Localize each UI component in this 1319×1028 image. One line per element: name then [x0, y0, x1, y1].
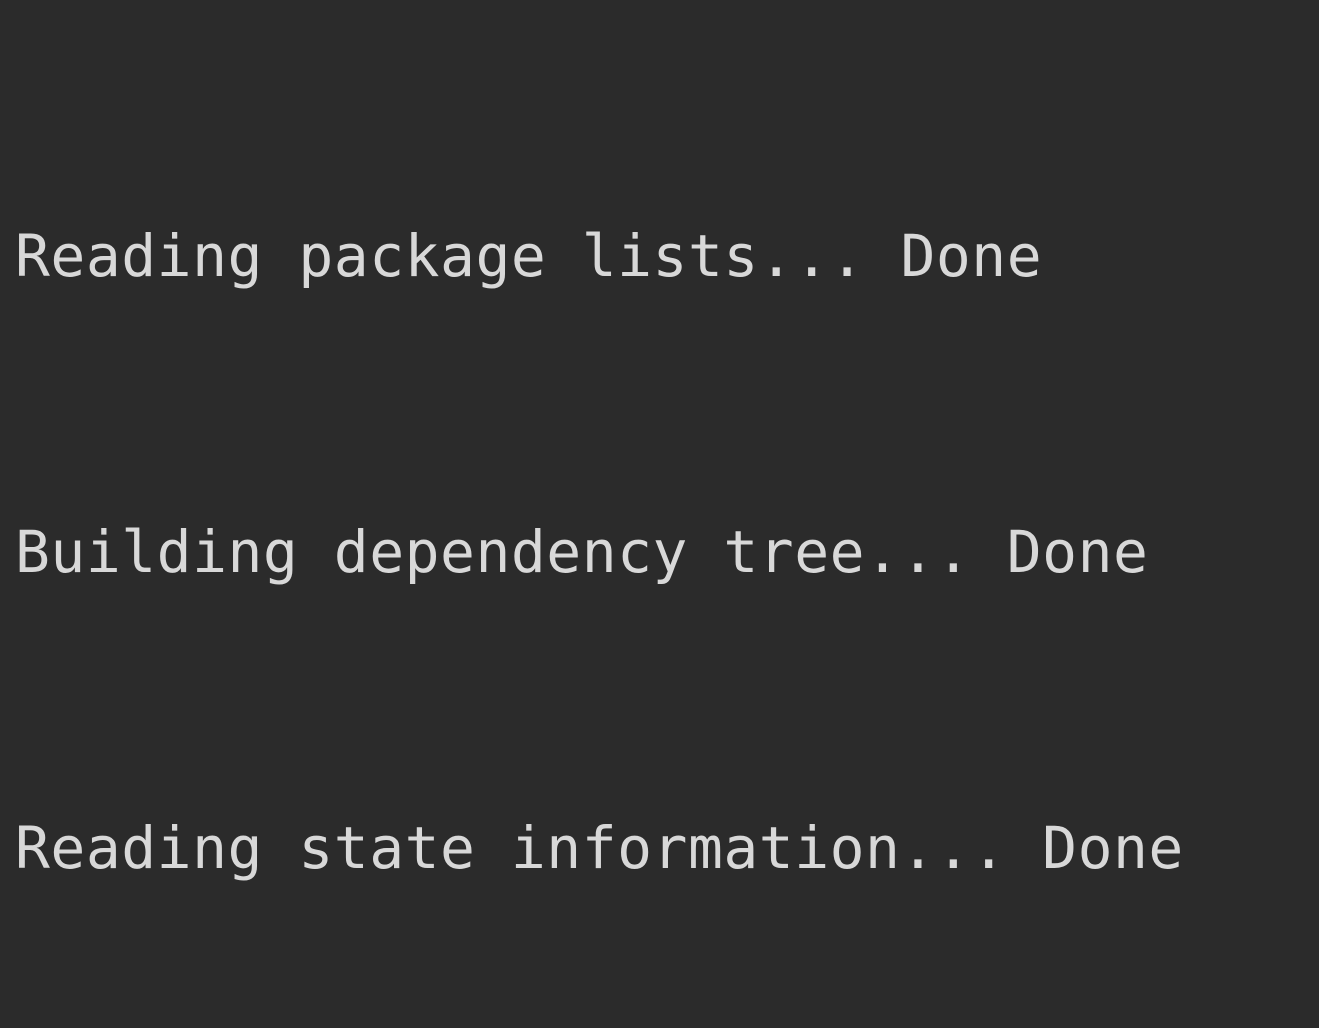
terminal-output: Reading package lists... Done Building d…: [15, 10, 1304, 1028]
terminal-line-info: Reading state information... Done: [15, 799, 1304, 898]
terminal-text: Reading package lists... Done: [15, 222, 1042, 290]
terminal-text: Reading state information... Done: [15, 814, 1184, 882]
terminal-line-info: Building dependency tree... Done: [15, 503, 1304, 602]
terminal-line-info: Reading package lists... Done: [15, 207, 1304, 306]
terminal-text: Building dependency tree... Done: [15, 518, 1148, 586]
